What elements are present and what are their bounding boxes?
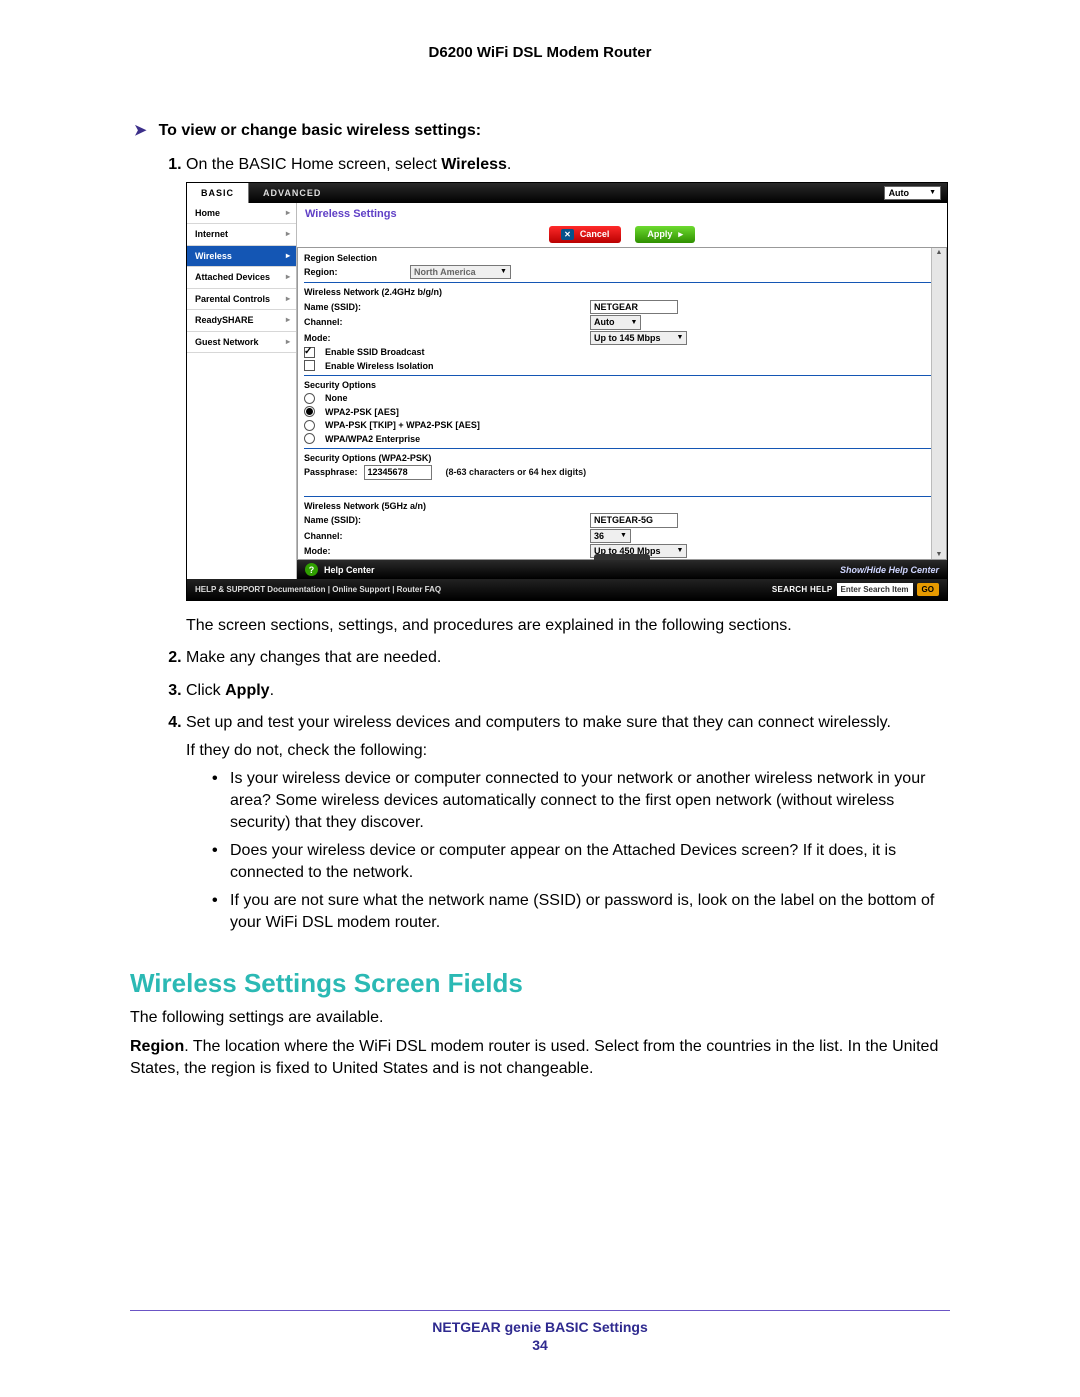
ssid24-input[interactable]: NETGEAR: [590, 300, 678, 314]
go-button[interactable]: GO: [917, 583, 939, 596]
ch5-label: Channel:: [304, 530, 364, 542]
ssid5-label: Name (SSID):: [304, 514, 364, 526]
footer-title: NETGEAR genie BASIC Settings: [130, 1319, 950, 1335]
help-bar: ? Help Center Show/Hide Help Center: [297, 560, 947, 579]
sidebar-item-guest[interactable]: Guest Network▸: [187, 332, 296, 353]
ch24-select[interactable]: Auto▼: [590, 315, 641, 329]
search-help-input[interactable]: Enter Search Item: [837, 583, 913, 596]
sec-mixed-radio[interactable]: [304, 420, 315, 431]
cancel-button[interactable]: ✕Cancel: [549, 226, 621, 242]
region-select[interactable]: North America▼: [410, 265, 511, 279]
ch5-select[interactable]: 36▼: [590, 529, 631, 543]
router-screenshot: BASIC ADVANCED Auto▼ Home▸ Internet▸ Wir…: [186, 182, 948, 601]
tab-basic[interactable]: BASIC: [187, 183, 249, 203]
step-4: Set up and test your wireless devices an…: [186, 712, 950, 935]
n24-head: Wireless Network (2.4GHz b/g/n): [304, 286, 940, 298]
shot-topbar: BASIC ADVANCED Auto▼: [187, 183, 947, 203]
sidebar-item-parental[interactable]: Parental Controls▸: [187, 289, 296, 310]
sidebar-item-internet[interactable]: Internet▸: [187, 224, 296, 245]
sidebar-item-readyshare[interactable]: ReadySHARE▸: [187, 310, 296, 331]
sec-wpa2psk-radio[interactable]: [304, 406, 315, 417]
support-bar: HELP & SUPPORT Documentation | Online Su…: [187, 579, 947, 600]
psk-head: Security Options (WPA2-PSK): [304, 452, 940, 464]
bullet-3: If you are not sure what the network nam…: [212, 890, 950, 934]
section-heading: Wireless Settings Screen Fields: [130, 968, 950, 999]
panel-scrollbar[interactable]: ▲▼: [931, 248, 946, 560]
step1-note: The screen sections, settings, and proce…: [186, 615, 950, 637]
region-head: Region Selection: [304, 252, 940, 264]
bullet-2: Does your wireless device or computer ap…: [212, 840, 950, 884]
drag-notch-icon[interactable]: [594, 554, 650, 560]
step-3: Click Apply.: [186, 680, 950, 702]
apply-button[interactable]: Apply▸: [635, 226, 695, 242]
ssid24-label: Name (SSID):: [304, 301, 364, 313]
lead-heading: To view or change basic wireless setting…: [159, 122, 481, 140]
pass-hint: (8-63 characters or 64 hex digits): [446, 466, 587, 478]
wireless-isolation-label: Enable Wireless Isolation: [325, 360, 433, 372]
check-intro: If they do not, check the following:: [186, 740, 950, 762]
sec-enterprise-label: WPA/WPA2 Enterprise: [325, 433, 420, 445]
mode5-label: Mode:: [304, 545, 364, 557]
panel-title: Wireless Settings: [297, 203, 947, 226]
ssid-broadcast-label: Enable SSID Broadcast: [325, 346, 425, 358]
ssid5-input[interactable]: NETGEAR-5G: [590, 513, 678, 527]
wireless-isolation-checkbox[interactable]: [304, 360, 315, 371]
sidebar-item-home[interactable]: Home▸: [187, 203, 296, 224]
ch24-label: Channel:: [304, 316, 364, 328]
help-center-label[interactable]: Help Center: [324, 564, 375, 576]
sidebar: Home▸ Internet▸ Wireless▸ Attached Devic…: [187, 203, 297, 579]
page-footer: NETGEAR genie BASIC Settings 34: [130, 1302, 950, 1353]
region-paragraph: Region. The location where the WiFi DSL …: [130, 1036, 950, 1081]
help-icon: ?: [305, 563, 318, 576]
step-1: On the BASIC Home screen, select Wireles…: [186, 154, 950, 637]
step-2: Make any changes that are needed.: [186, 647, 950, 669]
support-links[interactable]: HELP & SUPPORT Documentation | Online Su…: [195, 584, 441, 595]
n5-head: Wireless Network (5GHz a/n): [304, 500, 940, 512]
sidebar-item-wireless[interactable]: Wireless▸: [187, 246, 296, 267]
pass-label: Passphrase:: [304, 466, 358, 478]
sec-none-radio[interactable]: [304, 393, 315, 404]
search-help-label: SEARCH HELP: [772, 584, 833, 595]
bullet-1: Is your wireless device or computer conn…: [212, 768, 950, 834]
showhide-help-link[interactable]: Show/Hide Help Center: [840, 564, 939, 576]
mode24-label: Mode:: [304, 332, 364, 344]
chevron-right-icon: ➤: [134, 121, 147, 139]
footer-page: 34: [130, 1337, 950, 1353]
sec-mixed-label: WPA-PSK [TKIP] + WPA2-PSK [AES]: [325, 419, 480, 431]
tab-advanced[interactable]: ADVANCED: [249, 183, 335, 203]
sec-none-label: None: [325, 392, 348, 404]
doc-title: D6200 WiFi DSL Modem Router: [130, 44, 950, 61]
mode24-select[interactable]: Up to 145 Mbps▼: [590, 331, 687, 345]
sec-head: Security Options: [304, 379, 940, 391]
sec-wpa2psk-label: WPA2-PSK [AES]: [325, 406, 399, 418]
region-label: Region:: [304, 266, 364, 278]
sec-enterprise-radio[interactable]: [304, 433, 315, 444]
ssid-broadcast-checkbox[interactable]: [304, 347, 315, 358]
sidebar-item-attached[interactable]: Attached Devices▸: [187, 267, 296, 288]
auto-select[interactable]: Auto▼: [884, 186, 941, 200]
section-intro: The following settings are available.: [130, 1007, 950, 1029]
pass-input[interactable]: 12345678: [364, 465, 432, 479]
